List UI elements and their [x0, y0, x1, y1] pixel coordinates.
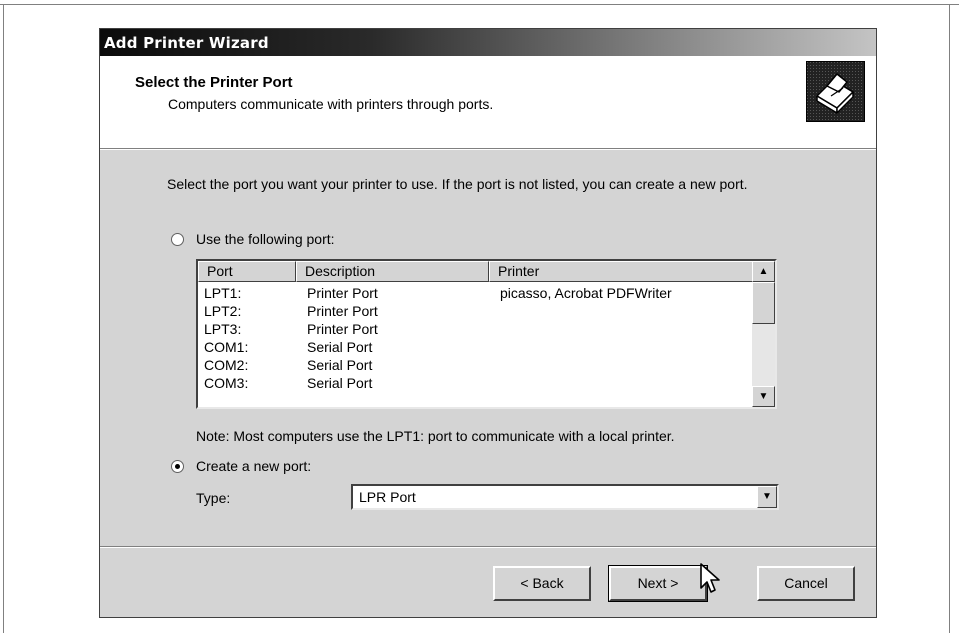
port-description: Printer Port — [307, 303, 378, 319]
scrollbar-thumb[interactable] — [752, 282, 775, 324]
header-divider-highlight — [100, 149, 876, 150]
wizard-header: Select the Printer Port Computers commun… — [100, 56, 876, 148]
port-list-header: Port Description Printer — [198, 261, 753, 282]
port-type-select[interactable]: LPR Port ▼ — [351, 484, 779, 510]
port-row[interactable]: LPT1: Printer Port picasso, Acrobat PDFW… — [198, 284, 753, 302]
port-row[interactable]: LPT3: Printer Port — [198, 320, 753, 338]
page-border-right — [949, 4, 950, 633]
lpt1-note: Note: Most computers use the LPT1: port … — [196, 428, 675, 444]
port-row[interactable]: COM3: Serial Port — [198, 374, 753, 392]
scroll-up-icon[interactable]: ▲ — [752, 261, 775, 282]
add-printer-wizard-window: Add Printer Wizard Select the Printer Po… — [99, 28, 877, 618]
footer-divider-highlight — [100, 547, 876, 548]
port-row[interactable]: COM2: Serial Port — [198, 356, 753, 374]
port-description: Serial Port — [307, 357, 373, 373]
page-border-left — [3, 4, 4, 633]
title-bar[interactable]: Add Printer Wizard — [100, 29, 876, 56]
port-name: COM1: — [204, 339, 249, 355]
port-description: Serial Port — [307, 339, 373, 355]
port-type-value: LPR Port — [359, 489, 416, 505]
mouse-pointer-icon — [699, 562, 723, 601]
port-name: LPT3: — [204, 321, 242, 337]
window-title: Add Printer Wizard — [104, 34, 269, 52]
page-subtitle: Computers communicate with printers thro… — [168, 96, 494, 112]
port-type-label: Type: — [196, 490, 231, 506]
port-list-rows: LPT1: Printer Port picasso, Acrobat PDFW… — [198, 284, 753, 392]
column-header-printer[interactable]: Printer — [489, 261, 753, 282]
port-description: Serial Port — [307, 375, 373, 391]
column-header-port[interactable]: Port — [198, 261, 296, 282]
port-name: COM2: — [204, 357, 249, 373]
port-description: Printer Port — [307, 321, 378, 337]
cancel-button[interactable]: Cancel — [757, 566, 855, 601]
use-following-port-radio[interactable] — [171, 233, 184, 246]
chevron-down-icon[interactable]: ▼ — [757, 486, 777, 508]
scroll-down-icon[interactable]: ▼ — [752, 386, 775, 407]
intro-text: Select the port you want your printer to… — [167, 176, 748, 192]
page-border-top — [0, 4, 959, 5]
printer-icon — [806, 61, 865, 122]
create-new-port-radio[interactable] — [171, 460, 184, 473]
port-list-scrollbar[interactable]: ▲ ▼ — [752, 261, 775, 407]
create-new-port-label[interactable]: Create a new port: — [196, 458, 311, 474]
port-name: LPT2: — [204, 303, 242, 319]
use-following-port-label[interactable]: Use the following port: — [196, 231, 335, 247]
column-header-description[interactable]: Description — [296, 261, 489, 282]
port-name: COM3: — [204, 375, 249, 391]
back-button[interactable]: < Back — [493, 566, 591, 601]
next-button[interactable]: Next > — [608, 565, 708, 602]
port-row[interactable]: COM1: Serial Port — [198, 338, 753, 356]
port-name: LPT1: — [204, 285, 242, 301]
port-row[interactable]: LPT2: Printer Port — [198, 302, 753, 320]
port-description: Printer Port — [307, 285, 378, 301]
port-list[interactable]: Port Description Printer LPT1: Printer P… — [196, 259, 777, 409]
port-printer: picasso, Acrobat PDFWriter — [500, 285, 672, 301]
page-title: Select the Printer Port — [135, 74, 293, 91]
